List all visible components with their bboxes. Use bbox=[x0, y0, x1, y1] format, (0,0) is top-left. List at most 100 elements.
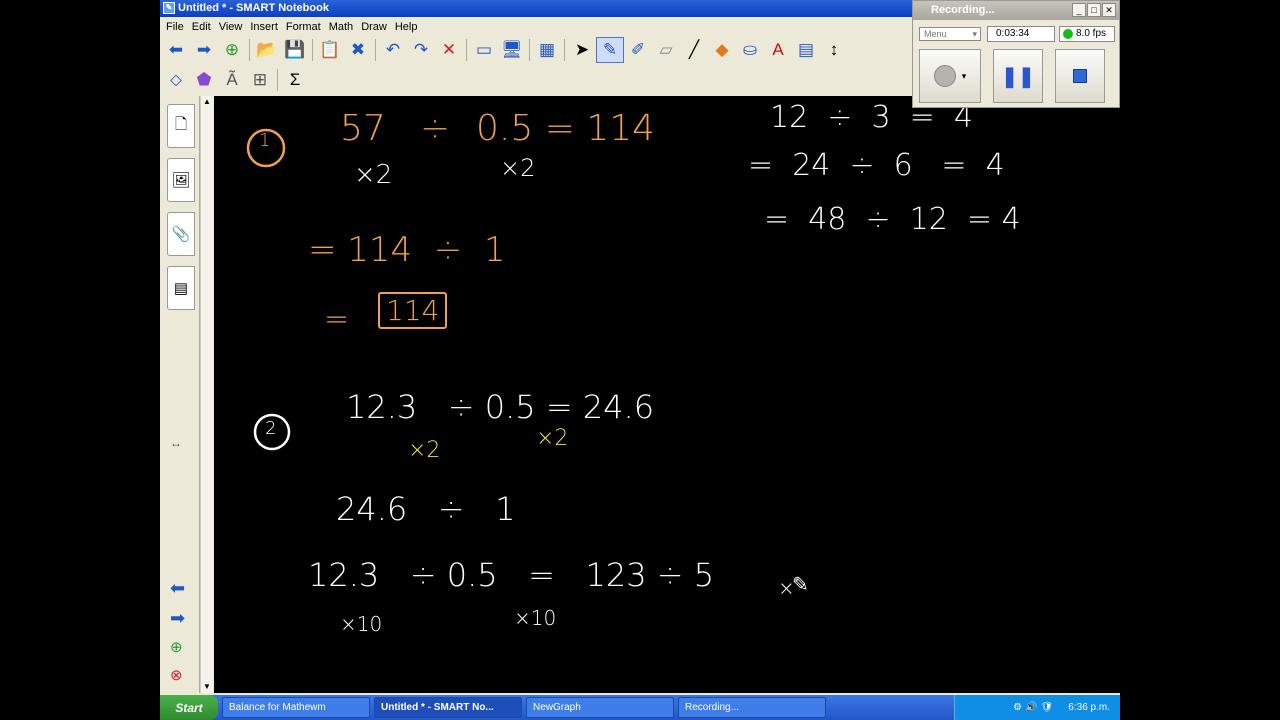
paste-icon[interactable]: 📋 bbox=[316, 37, 344, 63]
p1-line1-b: ÷ bbox=[420, 108, 451, 149]
attachments-tab[interactable]: 📎 bbox=[167, 212, 195, 256]
fill-icon[interactable]: ⛀ bbox=[736, 37, 764, 63]
maximize-icon[interactable]: □ bbox=[1087, 3, 1101, 17]
chevron-down-icon: ▾ bbox=[961, 70, 967, 81]
menu-help[interactable]: Help bbox=[393, 21, 424, 33]
paperclip-icon: 📎 bbox=[171, 226, 191, 243]
delete-page-icon[interactable]: ⊗ bbox=[170, 666, 183, 684]
table-sum-icon[interactable]: ⊞ bbox=[246, 67, 274, 93]
stop-button[interactable] bbox=[1055, 49, 1105, 103]
magic-pen-icon[interactable]: ⬦ bbox=[162, 67, 190, 93]
menu-edit[interactable]: Edit bbox=[190, 21, 217, 33]
p1-answer-box: 114 bbox=[378, 292, 448, 329]
delete-page-icon[interactable]: ✖ bbox=[344, 37, 372, 63]
p2-multiplier-2: ×2 bbox=[536, 426, 569, 451]
undo-icon[interactable]: ↶ bbox=[379, 37, 407, 63]
tray-icons[interactable]: ⚙🔊🛡 bbox=[1013, 702, 1056, 713]
task-recording[interactable]: Recording... bbox=[678, 697, 826, 718]
properties-tab[interactable]: ▤ bbox=[167, 266, 195, 310]
table-icon[interactable]: ▦ bbox=[533, 37, 561, 63]
previous-page-icon[interactable]: ⬅ bbox=[170, 578, 185, 599]
back-arrow-icon[interactable]: ⬅ bbox=[162, 37, 190, 63]
p2-line2: 24.6 ÷ 1 bbox=[336, 490, 516, 528]
redo-icon[interactable]: ↷ bbox=[407, 37, 435, 63]
minimize-icon[interactable]: _ bbox=[1072, 3, 1086, 17]
gallery-icon: 🖼 bbox=[171, 172, 191, 189]
shapes-icon[interactable]: ◆ bbox=[708, 37, 736, 63]
pen-cursor-icon: ✎ bbox=[792, 572, 809, 596]
font-icon[interactable]: Ã bbox=[218, 67, 246, 93]
vertical-scrollbar[interactable]: ▲ ▼ bbox=[200, 96, 213, 693]
save-icon[interactable]: 💾 bbox=[281, 37, 309, 63]
problem-2-number: 2 bbox=[265, 418, 277, 439]
shape-recognition-icon[interactable]: ⬟ bbox=[190, 67, 218, 93]
p2-line3: 12.3 ÷ 0.5 = 123 ÷ 5 bbox=[308, 556, 715, 594]
move-toolbar-icon[interactable]: ↕ bbox=[820, 37, 848, 63]
stop-icon bbox=[1073, 69, 1087, 83]
full-screen-icon[interactable]: 🖥 bbox=[498, 37, 526, 63]
p1-line2: = 114 ÷ 1 bbox=[308, 230, 506, 270]
scroll-down-icon[interactable]: ▼ bbox=[201, 681, 213, 693]
fps-label: 8.0 fps bbox=[1076, 28, 1107, 39]
taskbar: Start Balance for Mathewm Untitled * - S… bbox=[160, 695, 1120, 720]
task-newgraph[interactable]: NewGraph bbox=[526, 697, 674, 718]
open-folder-icon[interactable]: 📂 bbox=[253, 37, 281, 63]
forward-arrow-icon[interactable]: ➡ bbox=[190, 37, 218, 63]
select-arrow-icon[interactable]: ➤ bbox=[568, 37, 596, 63]
pen-icon[interactable]: ✎ bbox=[596, 37, 624, 63]
p2-multiplier-1: ×2 bbox=[408, 438, 441, 463]
whiteboard-canvas[interactable]: 1 57 ÷ 0.5 = 114 ×2 ×2 = 114 ÷ 1 = 114 1… bbox=[214, 96, 1120, 693]
recorder-menu-dropdown[interactable]: Menu ▾ bbox=[919, 27, 981, 41]
add-page-icon[interactable]: ⊕ bbox=[170, 638, 183, 656]
delete-icon[interactable]: ✕ bbox=[435, 37, 463, 63]
scroll-up-icon[interactable]: ▲ bbox=[201, 96, 213, 108]
resize-handle-icon[interactable]: ↔ bbox=[170, 436, 182, 450]
menu-format[interactable]: Format bbox=[284, 21, 327, 33]
gallery-tab[interactable]: 🖼 bbox=[167, 158, 195, 202]
start-label: Start bbox=[175, 700, 203, 715]
p1-line3-equals: = bbox=[324, 302, 350, 337]
next-page-icon[interactable]: ➡ bbox=[170, 608, 185, 629]
add-page-icon[interactable]: ⊕ bbox=[218, 37, 246, 63]
page-icon: 🗋 bbox=[174, 115, 188, 133]
p2-multiplier-3: ×10 bbox=[340, 612, 383, 636]
menu-draw[interactable]: Draw bbox=[359, 21, 393, 33]
text-icon[interactable]: A bbox=[764, 37, 792, 63]
recorder-window-buttons: _ □ ✕ bbox=[1072, 3, 1116, 17]
properties-icon[interactable]: ▤ bbox=[792, 37, 820, 63]
line-icon[interactable]: ╱ bbox=[680, 37, 708, 63]
start-button[interactable]: Start bbox=[160, 695, 218, 720]
screen-shade-icon[interactable]: ▭ bbox=[470, 37, 498, 63]
p2-line1: 12.3 ÷ 0.5 = 24.6 bbox=[346, 388, 655, 426]
problem-1-number: 1 bbox=[259, 130, 271, 151]
pause-icon: ❚❚ bbox=[1001, 65, 1035, 88]
recorder-window: Recording... _ □ ✕ Menu ▾ 0:03:34 8.0 fp… bbox=[912, 0, 1120, 108]
recording-timer: 0:03:34 bbox=[987, 26, 1055, 42]
menu-insert[interactable]: Insert bbox=[248, 21, 284, 33]
menu-file[interactable]: File bbox=[164, 21, 190, 33]
menu-math[interactable]: Math bbox=[327, 21, 359, 33]
record-icon bbox=[933, 65, 956, 87]
creative-pen-icon[interactable]: ✐ bbox=[624, 37, 652, 63]
record-button[interactable]: ▾ bbox=[919, 49, 981, 103]
task-balance-for-mathewm[interactable]: Balance for Mathewm bbox=[222, 697, 370, 718]
system-tray: ⚙🔊🛡 6:36 p.m. bbox=[954, 695, 1120, 720]
recorder-menu-label: Menu bbox=[924, 29, 947, 39]
pause-button[interactable]: ❚❚ bbox=[993, 49, 1043, 103]
screen: ✎ Untitled * - SMART Notebook File Edit … bbox=[160, 0, 1120, 720]
chevron-down-icon: ▾ bbox=[972, 29, 977, 39]
side-row-2: = 24 ÷ 6 = 4 bbox=[748, 148, 1005, 183]
page-sorter-tab[interactable]: 🗋 bbox=[167, 104, 195, 148]
smart-notebook-icon: ✎ bbox=[163, 2, 175, 14]
side-tabs: 🗋 🖼 📎 ▤ ↔ ⬅ ➡ ⊕ ⊗ bbox=[160, 96, 200, 693]
task-smart-notebook[interactable]: Untitled * - SMART No... bbox=[374, 697, 522, 718]
p1-line1-c: 0.5 = 114 bbox=[476, 108, 656, 149]
window-title: Untitled * - SMART Notebook bbox=[178, 2, 329, 14]
properties-icon: ▤ bbox=[173, 280, 189, 297]
menu-view[interactable]: View bbox=[217, 21, 249, 33]
close-icon[interactable]: ✕ bbox=[1102, 3, 1116, 17]
math-sum-icon[interactable]: Σ bbox=[281, 67, 309, 93]
p2-multiplier-4: ×10 bbox=[514, 606, 557, 630]
eraser-icon[interactable]: ▱ bbox=[652, 37, 680, 63]
main-toolbar: ⬅ ➡ ⊕ 📂 💾 📋 ✖ ↶ ↷ ✕ ▭ 🖥 ▦ ➤ ✎ ✐ ▱ ╱ ◆ ⛀ … bbox=[160, 36, 848, 64]
